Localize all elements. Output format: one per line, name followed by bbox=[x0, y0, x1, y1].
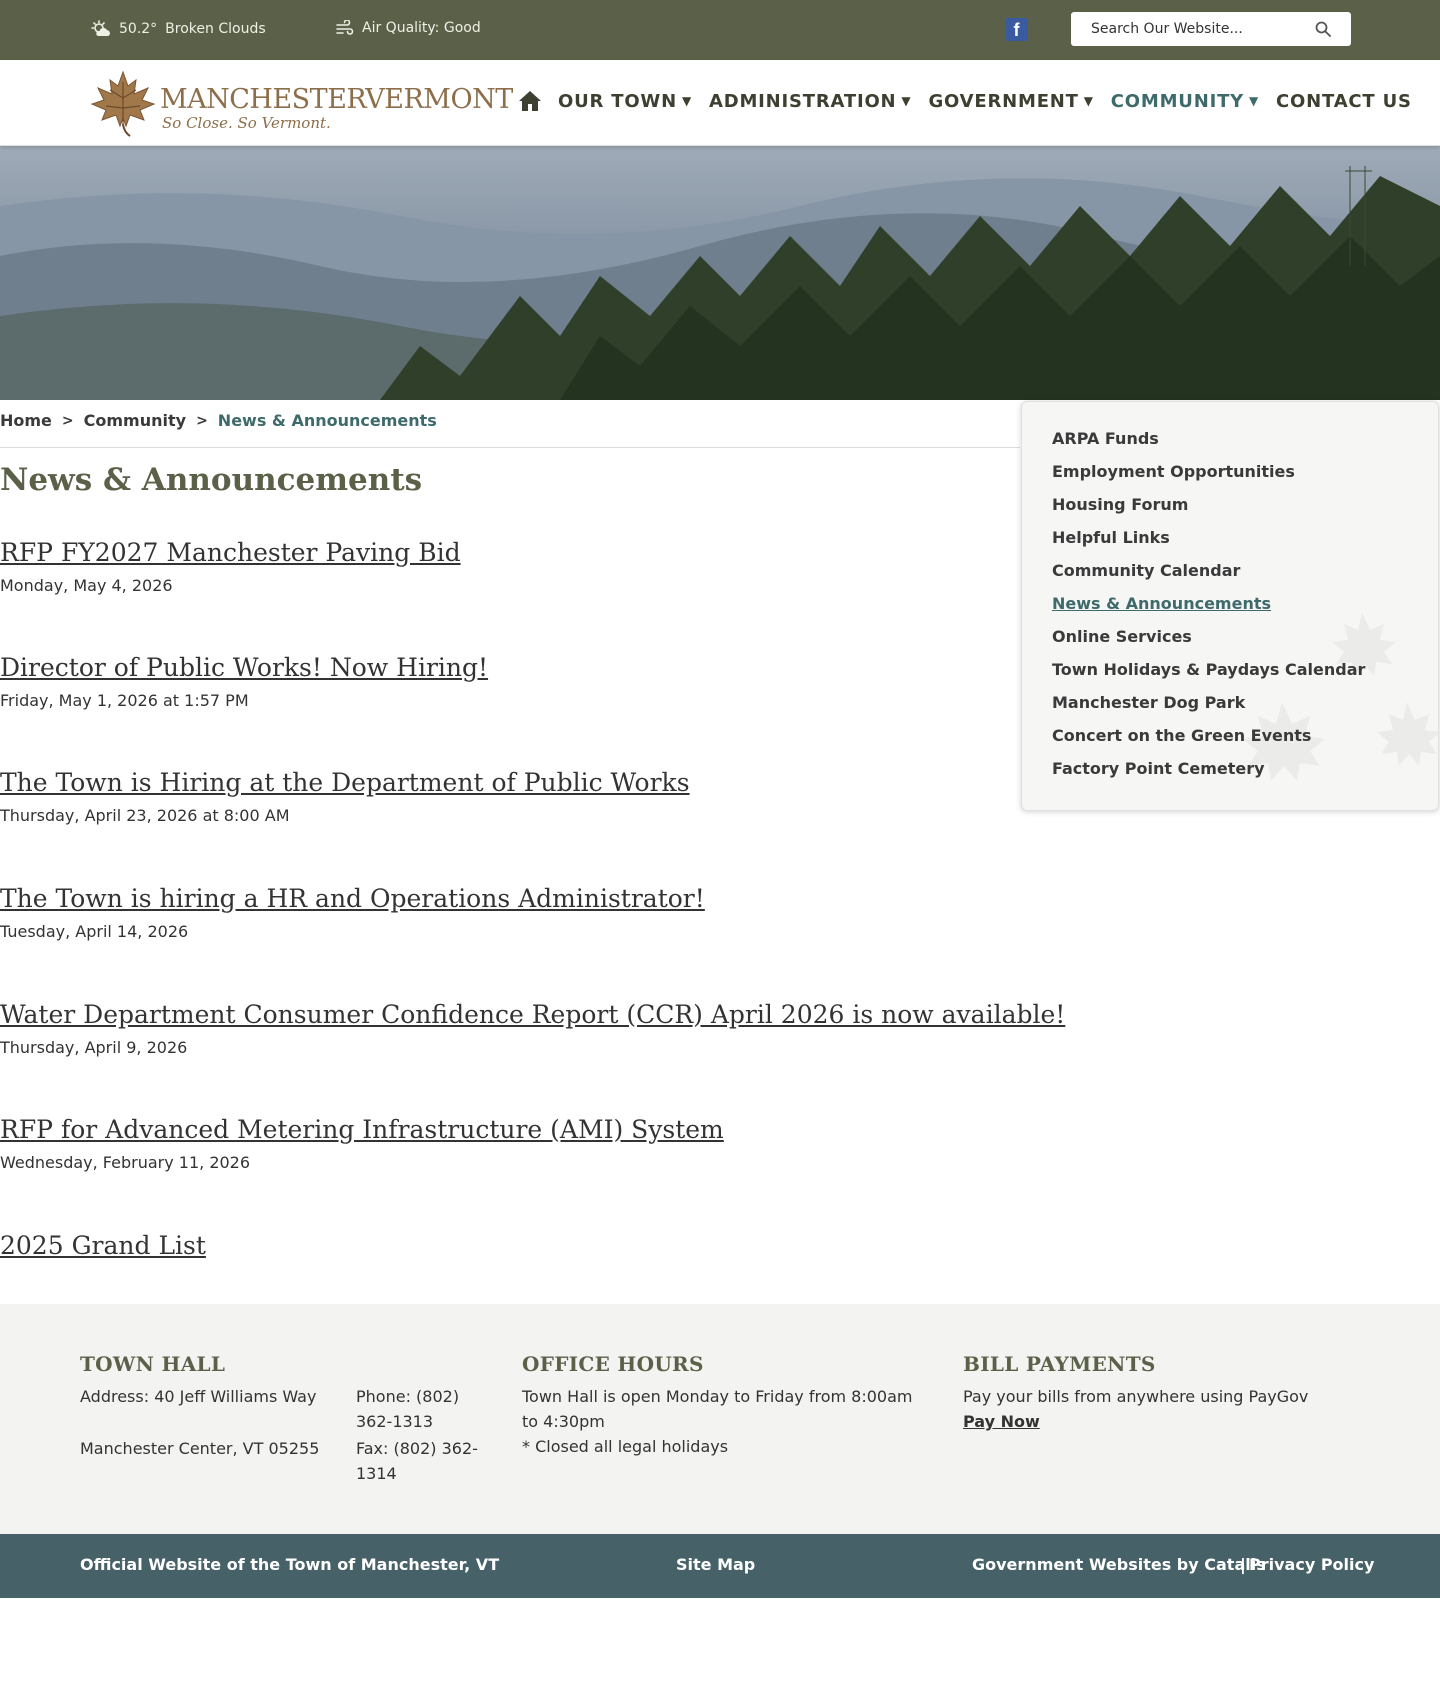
hours-text: Town Hall is open Monday to Friday from … bbox=[522, 1387, 913, 1431]
top-bar: 50.2° Broken Clouds Air Quality: Good f bbox=[0, 0, 1440, 60]
footer-office-hours: OFFICE HOURS Town Hall is open Monday to… bbox=[522, 1352, 922, 1459]
nav-label: OUR TOWN bbox=[558, 90, 677, 112]
site-footer: TOWN HALL Address: 40 Jeff Williams Way … bbox=[0, 1304, 1440, 1534]
logo-tagline: So Close. So Vermont. bbox=[162, 114, 331, 132]
news-item: RFP for Advanced Metering Infrastructure… bbox=[0, 1115, 724, 1172]
news-item: 2025 Grand List bbox=[0, 1231, 206, 1260]
page-title: News & Announcements bbox=[0, 462, 423, 498]
divider bbox=[0, 447, 1020, 448]
footer-divider: | bbox=[1240, 1555, 1246, 1574]
footer-heading: TOWN HALL bbox=[80, 1352, 226, 1376]
weather-widget: 50.2° Broken Clouds bbox=[91, 20, 266, 38]
news-date: Tuesday, April 14, 2026 bbox=[0, 922, 189, 941]
news-title-link[interactable]: Director of Public Works! Now Hiring! bbox=[0, 653, 488, 682]
sidebar-item-news-announcements[interactable]: News & Announcements bbox=[1052, 587, 1365, 620]
fax-text: Fax: (802) 362-1314 bbox=[356, 1439, 478, 1483]
catalis-credit-link[interactable]: Government Websites by Catalis bbox=[972, 1555, 1266, 1574]
privacy-policy-link[interactable]: Privacy Policy bbox=[1249, 1555, 1374, 1574]
site-logo[interactable]: MANCHESTERVERMONT So Close. So Vermont. bbox=[88, 68, 513, 138]
news-date: Thursday, April 23, 2026 at 8:00 AM bbox=[0, 806, 290, 825]
news-item: Water Department Consumer Confidence Rep… bbox=[0, 1000, 1065, 1057]
breadcrumb-community[interactable]: Community bbox=[84, 411, 186, 430]
sidebar-item-concert-on-the-green[interactable]: Concert on the Green Events bbox=[1052, 719, 1365, 752]
news-title-link[interactable]: Water Department Consumer Confidence Rep… bbox=[0, 1000, 1065, 1029]
main-navigation: OUR TOWN ▼ ADMINISTRATION ▼ GOVERNMENT ▼… bbox=[518, 90, 1412, 112]
home-icon[interactable] bbox=[518, 90, 542, 112]
bill-payment-text: Pay your bills from anywhere using PayGo… bbox=[963, 1387, 1309, 1406]
mountain-forest-illustration bbox=[0, 166, 1440, 400]
sidebar-menu: ARPA Funds Employment Opportunities Hous… bbox=[1052, 422, 1365, 785]
search-icon[interactable] bbox=[1315, 21, 1331, 37]
news-date: Monday, May 4, 2026 bbox=[0, 576, 173, 595]
official-website-text: Official Website of the Town of Manchest… bbox=[80, 1555, 500, 1574]
facebook-icon[interactable]: f bbox=[1005, 18, 1028, 41]
nav-label: GOVERNMENT bbox=[928, 90, 1079, 112]
nav-administration[interactable]: ADMINISTRATION ▼ bbox=[709, 91, 911, 112]
caret-down-icon: ▼ bbox=[1083, 94, 1094, 108]
maple-leaf-logo-icon bbox=[90, 70, 156, 137]
news-item: The Town is hiring a HR and Operations A… bbox=[0, 884, 705, 941]
weather-conditions: Broken Clouds bbox=[165, 21, 266, 37]
footer-bill-payments: BILL PAYMENTS Pay your bills from anywhe… bbox=[963, 1352, 1363, 1434]
sidebar-item-town-holidays-paydays[interactable]: Town Holidays & Paydays Calendar bbox=[1052, 653, 1365, 686]
logo-wordmark: MANCHESTERVERMONT bbox=[160, 84, 513, 115]
sidebar-item-employment-opportunities[interactable]: Employment Opportunities bbox=[1052, 455, 1365, 488]
news-title-link[interactable]: The Town is Hiring at the Department of … bbox=[0, 768, 690, 797]
news-date: Thursday, April 9, 2026 bbox=[0, 1038, 188, 1057]
breadcrumb: Home > Community > News & Announcements bbox=[0, 411, 437, 430]
news-title-link[interactable]: The Town is hiring a HR and Operations A… bbox=[0, 884, 705, 913]
sidebar-item-arpa-funds[interactable]: ARPA Funds bbox=[1052, 422, 1365, 455]
site-search bbox=[1071, 12, 1351, 46]
news-item: The Town is Hiring at the Department of … bbox=[0, 768, 690, 825]
phone-text: Phone: (802) 362-1313 bbox=[356, 1387, 460, 1431]
sidebar-item-factory-point-cemetery[interactable]: Factory Point Cemetery bbox=[1052, 752, 1365, 785]
temperature: 50.2° bbox=[119, 21, 158, 37]
nav-community[interactable]: COMMUNITY ▼ bbox=[1111, 91, 1259, 112]
wind-icon bbox=[336, 20, 354, 35]
site-header: MANCHESTERVERMONT So Close. So Vermont. … bbox=[0, 60, 1440, 146]
caret-down-icon: ▼ bbox=[1249, 94, 1260, 108]
breadcrumb-separator: > bbox=[61, 412, 74, 429]
weather-cloud-sun-icon bbox=[91, 20, 110, 36]
nav-contact-us[interactable]: CONTACT US bbox=[1276, 91, 1412, 112]
holiday-note: * Closed all legal holidays bbox=[522, 1437, 729, 1456]
sidebar-item-community-calendar[interactable]: Community Calendar bbox=[1052, 554, 1365, 587]
news-item: RFP FY2027 Manchester Paving Bid Monday,… bbox=[0, 538, 461, 595]
air-quality-text: Air Quality: Good bbox=[362, 20, 481, 36]
footer-heading: BILL PAYMENTS bbox=[963, 1352, 1156, 1376]
sidebar-item-online-services[interactable]: Online Services bbox=[1052, 620, 1365, 653]
news-date: Friday, May 1, 2026 at 1:57 PM bbox=[0, 691, 249, 710]
nav-our-town[interactable]: OUR TOWN ▼ bbox=[558, 91, 692, 112]
caret-down-icon: ▼ bbox=[681, 94, 692, 108]
sidebar-item-helpful-links[interactable]: Helpful Links bbox=[1052, 521, 1365, 554]
city-text: Manchester Center, VT 05255 bbox=[80, 1439, 320, 1458]
pay-now-link[interactable]: Pay Now bbox=[963, 1412, 1040, 1431]
news-title-link[interactable]: RFP for Advanced Metering Infrastructure… bbox=[0, 1115, 724, 1144]
nav-label: ADMINISTRATION bbox=[708, 90, 897, 112]
news-date: Wednesday, February 11, 2026 bbox=[0, 1153, 251, 1172]
address-text: Address: 40 Jeff Williams Way bbox=[80, 1387, 317, 1406]
footer-bottom-bar: Official Website of the Town of Manchest… bbox=[0, 1534, 1440, 1598]
footer-heading: OFFICE HOURS bbox=[522, 1352, 704, 1376]
section-sidebar: ARPA Funds Employment Opportunities Hous… bbox=[1021, 401, 1439, 811]
nav-government[interactable]: GOVERNMENT ▼ bbox=[928, 91, 1093, 112]
news-title-link[interactable]: 2025 Grand List bbox=[0, 1231, 206, 1260]
footer-town-hall: TOWN HALL Address: 40 Jeff Williams Way … bbox=[80, 1352, 480, 1494]
site-map-link[interactable]: Site Map bbox=[676, 1555, 755, 1574]
sidebar-item-dog-park[interactable]: Manchester Dog Park bbox=[1052, 686, 1365, 719]
news-item: Director of Public Works! Now Hiring! Fr… bbox=[0, 653, 488, 710]
hero-banner-image bbox=[0, 146, 1440, 400]
breadcrumb-separator: > bbox=[196, 412, 208, 429]
sidebar-item-housing-forum[interactable]: Housing Forum bbox=[1052, 488, 1365, 521]
breadcrumb-home[interactable]: Home bbox=[0, 411, 52, 430]
search-input[interactable] bbox=[1091, 12, 1311, 46]
nav-label: COMMUNITY bbox=[1110, 90, 1244, 112]
caret-down-icon: ▼ bbox=[901, 94, 912, 108]
nav-label: CONTACT US bbox=[1276, 90, 1412, 112]
news-title-link[interactable]: RFP FY2027 Manchester Paving Bid bbox=[0, 538, 461, 567]
breadcrumb-current: News & Announcements bbox=[217, 411, 437, 430]
air-quality-widget: Air Quality: Good bbox=[336, 20, 481, 36]
